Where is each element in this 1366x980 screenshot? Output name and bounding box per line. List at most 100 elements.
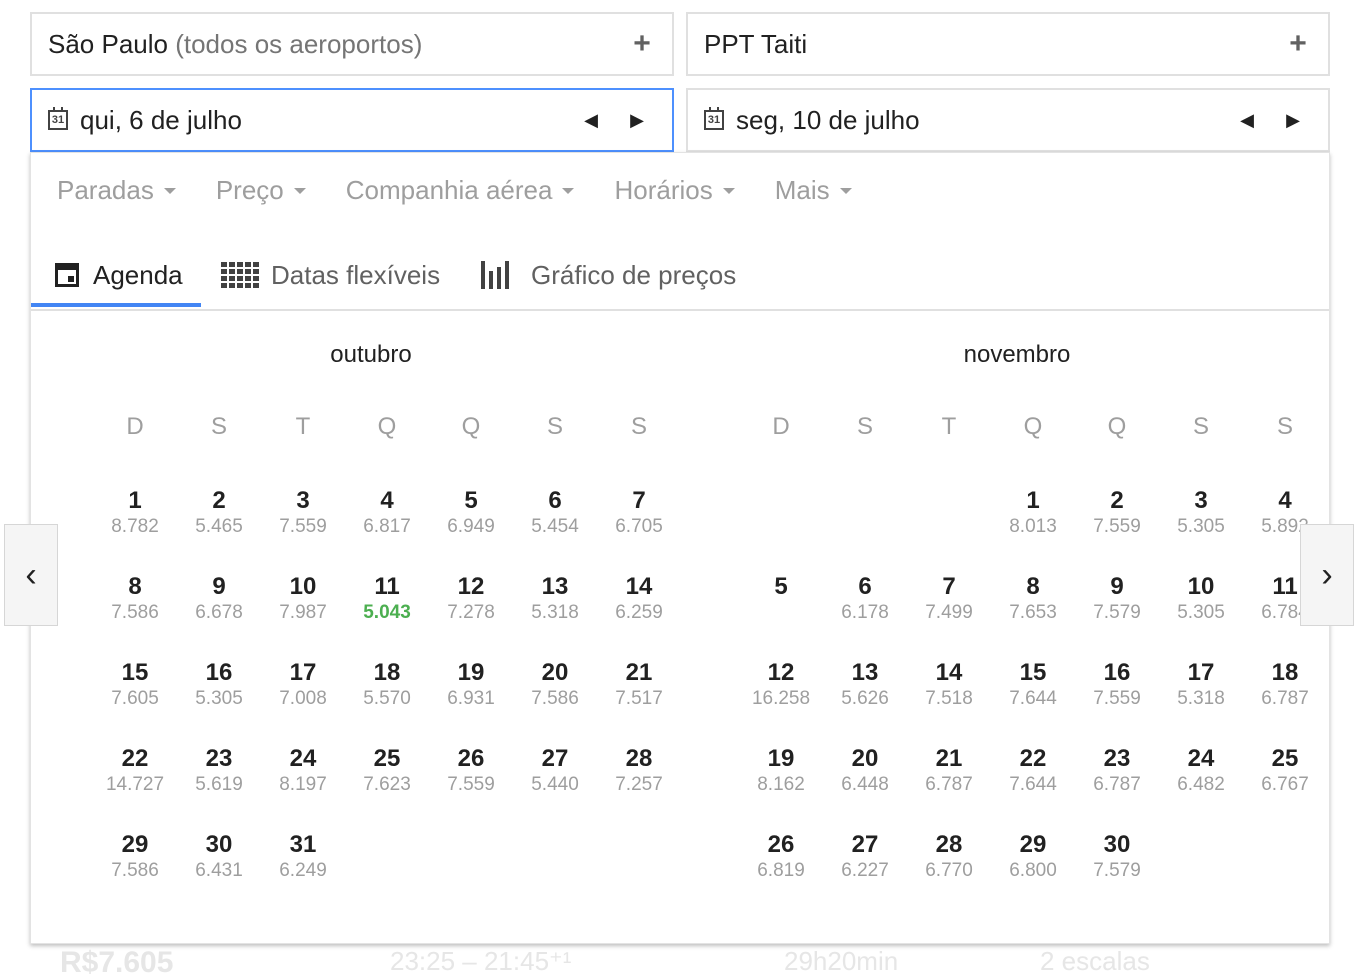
calendar-day[interactable]: 16 7.559 [1075,659,1159,711]
day-price: 7.987 [279,602,327,623]
destination-field[interactable]: PPT Taiti + [686,12,1330,76]
calendar-day[interactable]: 7 6.705 [597,487,681,539]
caret-down-icon [839,187,852,194]
day-price: 7.644 [1009,688,1057,709]
calendar-day[interactable]: 2 5.465 [177,487,261,539]
filter-more[interactable]: Mais [775,175,852,206]
calendar-day[interactable]: 1 8.013 [991,487,1075,539]
calendar-day[interactable]: 20 7.586 [513,659,597,711]
day-price: 6.787 [925,774,973,795]
calendar-day[interactable]: 1 8.782 [93,487,177,539]
calendar-day[interactable]: 8 7.653 [991,573,1075,625]
calendar-day[interactable]: 22 7.644 [991,745,1075,797]
calendar-day[interactable]: 31 6.249 [261,831,345,883]
calendar-day[interactable]: 26 6.819 [739,831,823,883]
calendar-day[interactable]: 26 7.559 [429,745,513,797]
calendar-day[interactable]: 19 6.931 [429,659,513,711]
tab-flexible-dates[interactable]: Datas flexíveis [221,241,440,309]
day-price: 7.559 [1093,688,1141,709]
calendar-day[interactable]: 6 5.454 [513,487,597,539]
calendar-day[interactable]: 15 7.644 [991,659,1075,711]
return-date-field[interactable]: 31 seg, 10 de julho ◀ ▶ [686,88,1330,152]
day-price: 7.579 [1093,602,1141,623]
calendar-day[interactable]: 7 7.499 [907,573,991,625]
calendar-day[interactable]: 27 5.440 [513,745,597,797]
calendar-day[interactable]: 29 6.800 [991,831,1075,883]
depart-prev-day-icon[interactable]: ◀ [568,110,614,131]
day-number: 9 [212,573,226,600]
calendar-day[interactable]: 22 14.727 [93,745,177,797]
calendar-panel: Paradas Preço Companhia aérea Horários M… [30,152,1330,944]
calendar-day[interactable]: 25 7.623 [345,745,429,797]
calendar-day[interactable]: 29 7.586 [93,831,177,883]
calendar-day[interactable]: 3 5.305 [1159,487,1243,539]
day-number: 14 [935,659,963,686]
calendar-day[interactable]: 23 5.619 [177,745,261,797]
filter-price[interactable]: Preço [216,175,306,206]
calendar-day[interactable]: 16 5.305 [177,659,261,711]
add-destination-icon[interactable]: + [1268,27,1328,61]
calendar-day[interactable]: 6 6.178 [823,573,907,625]
calendar-day[interactable]: 5 [739,573,823,601]
calendar-day[interactable]: 30 6.431 [177,831,261,883]
weekday-label: T [941,413,957,440]
tab-price-graph[interactable]: Gráfico de preços [481,241,736,309]
calendar-day[interactable]: 17 7.008 [261,659,345,711]
prev-month-button[interactable]: ‹ [4,524,58,626]
destination-city: Taiti [760,28,808,59]
calendar-day[interactable]: 8 7.586 [93,573,177,625]
day-number: 31 [289,831,317,858]
depart-next-day-icon[interactable]: ▶ [614,110,660,131]
calendar-day[interactable]: 14 6.259 [597,573,681,625]
calendar-day[interactable]: 13 5.626 [823,659,907,711]
calendar-day[interactable]: 18 5.570 [345,659,429,711]
calendar-day[interactable]: 23 6.787 [1075,745,1159,797]
day-number: 29 [121,831,149,858]
next-month-button[interactable]: › [1300,524,1354,626]
day-price: 14.727 [105,774,165,795]
calendar-day[interactable]: 9 6.678 [177,573,261,625]
calendar-day[interactable]: 18 6.787 [1243,659,1327,711]
calendar-day[interactable]: 9 7.579 [1075,573,1159,625]
calendar-day[interactable]: 15 7.605 [93,659,177,711]
calendar-day[interactable]: 20 6.448 [823,745,907,797]
day-number: 19 [767,745,795,772]
calendar-day[interactable]: 19 8.162 [739,745,823,797]
day-price: 7.499 [925,602,973,623]
calendar-day[interactable]: 3 7.559 [261,487,345,539]
calendar-day[interactable]: 28 7.257 [597,745,681,797]
calendar-day[interactable]: 25 6.767 [1243,745,1327,797]
calendar-day[interactable]: 14 7.518 [907,659,991,711]
day-number: 2 [212,487,226,514]
calendar-day[interactable]: 13 5.318 [513,573,597,625]
calendar-day[interactable]: 24 6.482 [1159,745,1243,797]
calendar-day[interactable]: 12 7.278 [429,573,513,625]
tab-agenda[interactable]: Agenda [55,241,183,309]
origin-field[interactable]: São Paulo (todos os aeroportos) + [30,12,674,76]
calendar-day[interactable]: 11 5.043 [345,573,429,625]
depart-date-text: qui, 6 de julho [80,104,242,135]
filter-stops[interactable]: Paradas [57,175,176,206]
calendar-icon: 31 [48,107,68,130]
calendar-day[interactable]: 12 16.258 [739,659,823,711]
return-prev-day-icon[interactable]: ◀ [1224,110,1270,131]
day-number: 14 [625,573,653,600]
calendar-day[interactable]: 17 5.318 [1159,659,1243,711]
calendar-day[interactable]: 5 6.949 [429,487,513,539]
filter-airline[interactable]: Companhia aérea [346,175,575,206]
depart-date-field[interactable]: 31 qui, 6 de julho ◀ ▶ [30,88,674,152]
calendar-day[interactable]: 21 6.787 [907,745,991,797]
calendar-day[interactable]: 2 7.559 [1075,487,1159,539]
calendar-day[interactable]: 24 8.197 [261,745,345,797]
filter-times[interactable]: Horários [614,175,735,206]
calendar-day[interactable]: 10 5.305 [1159,573,1243,625]
calendar-day[interactable]: 27 6.227 [823,831,907,883]
calendar-day[interactable]: 10 7.987 [261,573,345,625]
calendar-day[interactable]: 30 7.579 [1075,831,1159,883]
calendar-day[interactable]: 28 6.770 [907,831,991,883]
calendar-day[interactable]: 21 7.517 [597,659,681,711]
day-number: 1 [128,487,142,514]
calendar-day[interactable]: 4 6.817 [345,487,429,539]
add-origin-icon[interactable]: + [612,27,672,61]
return-next-day-icon[interactable]: ▶ [1270,110,1316,131]
